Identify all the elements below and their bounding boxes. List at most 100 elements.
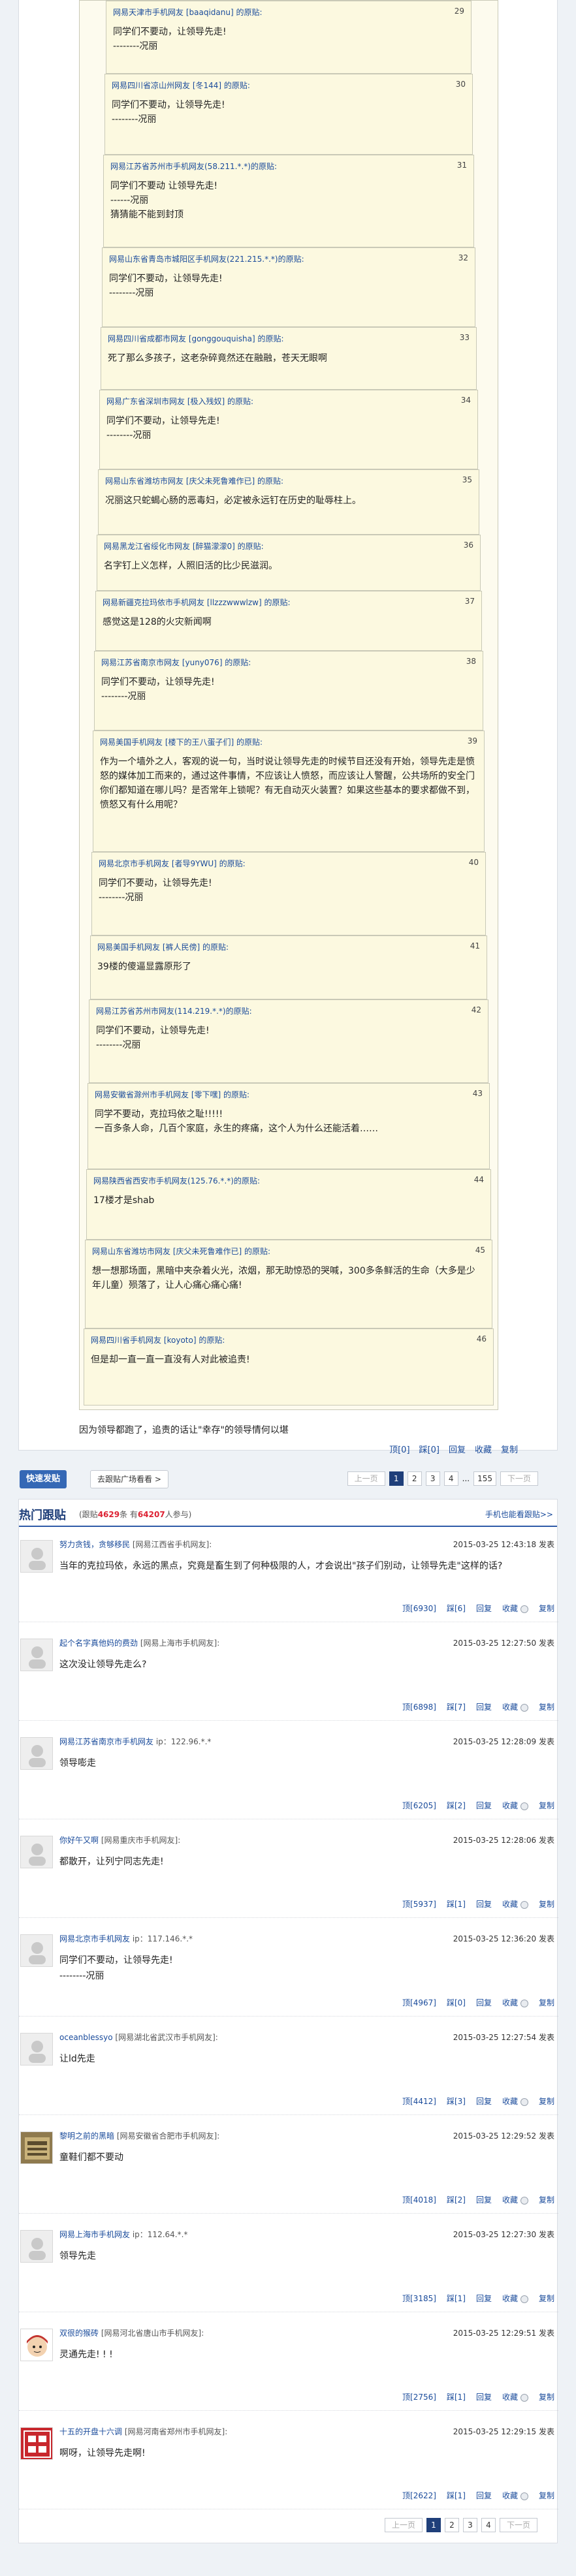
copy-button[interactable]: 复制 (539, 1701, 554, 1712)
copy-button[interactable]: 复制 (539, 2096, 554, 2107)
avatar[interactable] (20, 2230, 53, 2263)
next-page-button[interactable]: 下一页 (500, 1471, 538, 1486)
page-2[interactable]: 2 (407, 1471, 422, 1486)
avatar[interactable] (20, 2427, 53, 2460)
username-link[interactable]: 努力贪钱，贪够移民 (59, 1540, 130, 1549)
cai-button[interactable]: 踩[6] (447, 1603, 466, 1614)
favorite-button[interactable]: 收藏 (502, 2096, 528, 2107)
prev-page-button[interactable]: 上一页 (347, 1471, 385, 1486)
ding-button[interactable]: 顶[6930] (402, 1603, 436, 1614)
copy-button[interactable]: 复制 (501, 1443, 518, 1455)
favorite-button[interactable]: 收藏 (502, 1701, 528, 1712)
reply-item: 起个名字真他妈的费劲 [网易上海市手机网友]: 2015-03-25 12:27:… (19, 1628, 558, 1721)
prev-page-button[interactable]: 上一页 (385, 2518, 423, 2532)
post-time: 2015-03-25 12:27:50 发表 (453, 1639, 554, 1648)
username-link[interactable]: 你好午又啊 (59, 1836, 99, 1845)
favorite-button[interactable]: 收藏 (502, 2194, 528, 2205)
ding-button[interactable]: 顶[6898] (402, 1701, 436, 1712)
copy-button[interactable]: 复制 (539, 1603, 554, 1614)
reply-button[interactable]: 回复 (476, 1603, 492, 1614)
reply-button[interactable]: 回复 (476, 2490, 492, 2501)
page-1[interactable]: 1 (426, 2518, 441, 2532)
avatar[interactable] (20, 2131, 53, 2164)
floor-number: 36 (463, 541, 473, 550)
page-3[interactable]: 3 (425, 1471, 440, 1486)
cai-button[interactable]: 踩[1] (447, 2293, 466, 2304)
floor-number: 35 (462, 475, 472, 484)
username-link[interactable]: 双很的猴砖 (59, 2329, 99, 2338)
reply-button[interactable]: 回复 (476, 2391, 492, 2402)
reply-button[interactable]: 回复 (449, 1443, 466, 1455)
reply-button[interactable]: 回复 (476, 2096, 492, 2107)
ding-button[interactable]: 顶[6205] (402, 1800, 436, 1811)
copy-button[interactable]: 复制 (539, 2293, 554, 2304)
copy-button[interactable]: 复制 (539, 1898, 554, 1909)
cai-button[interactable]: 踩[3] (447, 2096, 466, 2107)
cai-button[interactable]: 踩[1] (447, 1898, 466, 1909)
username-link[interactable]: 黎明之前的黑暗 (59, 2131, 114, 2141)
page-3[interactable]: 3 (463, 2518, 477, 2532)
username-link[interactable]: 网易江苏省南京市手机网友 (59, 1737, 153, 1746)
quote-author: 网易江苏省南京市网友 [yuny076] 的原贴: (101, 658, 251, 667)
copy-button[interactable]: 复制 (539, 1997, 554, 2008)
favorite-button[interactable]: 收藏 (502, 2490, 528, 2501)
cai-button[interactable]: 踩[7] (447, 1701, 466, 1712)
ding-button[interactable]: 顶[2756] (402, 2391, 436, 2402)
copy-button[interactable]: 复制 (539, 2391, 554, 2402)
avatar[interactable] (20, 1639, 53, 1671)
page-4[interactable]: 4 (443, 1471, 458, 1486)
cai-button[interactable]: 踩[0] (447, 1997, 466, 2008)
cai-button[interactable]: 踩[2] (447, 2194, 466, 2205)
reply-button[interactable]: 回复 (476, 1997, 492, 2008)
ding-button[interactable]: 顶[3185] (402, 2293, 436, 2304)
ding-button[interactable]: 顶[0] (389, 1443, 409, 1455)
favorite-button[interactable]: 收藏 (502, 1800, 528, 1811)
cai-button[interactable]: 踩[1] (447, 2490, 466, 2501)
reply-button[interactable]: 回复 (476, 1701, 492, 1712)
nested-quote-card: 网易天津市手机网友 [baaqidanu] 的原贴: 29 同学们不要动，让领导先走… (18, 0, 558, 1455)
reply-item: 双很的猴砖 [网易河北省唐山市手机网友]: 2015-03-25 12:29:51… (19, 2318, 558, 2411)
next-page-button[interactable]: 下一页 (500, 2518, 537, 2532)
reply-button[interactable]: 回复 (476, 2194, 492, 2205)
ding-button[interactable]: 顶[5937] (402, 1898, 436, 1909)
page-1[interactable]: 1 (389, 1471, 404, 1486)
reply-button[interactable]: 回复 (476, 2293, 492, 2304)
floor-number: 46 (476, 1334, 487, 1343)
copy-button[interactable]: 复制 (539, 2194, 554, 2205)
reply-button[interactable]: 回复 (476, 1800, 492, 1811)
avatar[interactable] (20, 1934, 53, 1967)
favorite-button[interactable]: 收藏 (502, 1603, 528, 1614)
cai-button[interactable]: 踩[2] (447, 1800, 466, 1811)
username-link[interactable]: oceanblessyo (59, 2033, 113, 2042)
avatar[interactable] (20, 2329, 53, 2361)
page-4[interactable]: 4 (481, 2518, 496, 2532)
ding-button[interactable]: 顶[2622] (402, 2490, 436, 2501)
avatar[interactable] (20, 2033, 53, 2066)
page-2[interactable]: 2 (445, 2518, 459, 2532)
ding-button[interactable]: 顶[4412] (402, 2096, 436, 2107)
mobile-link[interactable]: 手机也能看跟贴>> (485, 1509, 553, 1520)
plaza-button[interactable]: 去跟贴广场看看 > (90, 1470, 168, 1488)
ding-button[interactable]: 顶[4967] (402, 1997, 436, 2008)
avatar[interactable] (20, 1540, 53, 1573)
username-link[interactable]: 十五的开盘十六调 (59, 2427, 122, 2436)
username-link[interactable]: 网易上海市手机网友 (59, 2230, 130, 2239)
copy-button[interactable]: 复制 (539, 2490, 554, 2501)
quick-reply-button[interactable]: 快速发贴 (20, 1470, 67, 1488)
toolbar-row: 快速发贴 去跟贴广场看看 > 上一页 1 2 3 4 ... 155 下一页 (18, 1466, 558, 1492)
favorite-button[interactable]: 收藏 (502, 1898, 528, 1909)
copy-button[interactable]: 复制 (539, 1800, 554, 1811)
avatar[interactable] (20, 1737, 53, 1770)
favorite-button[interactable]: 收藏 (502, 2293, 528, 2304)
cai-button[interactable]: 踩[0] (419, 1443, 440, 1455)
username-link[interactable]: 网易北京市手机网友 (59, 1934, 130, 1943)
page-155[interactable]: 155 (473, 1471, 496, 1486)
ding-button[interactable]: 顶[4018] (402, 2194, 436, 2205)
avatar[interactable] (20, 1836, 53, 1868)
cai-button[interactable]: 踩[1] (447, 2391, 466, 2402)
favorite-button[interactable]: 收藏 (502, 1997, 528, 2008)
reply-button[interactable]: 回复 (476, 1898, 492, 1909)
favorite-button[interactable]: 收藏 (475, 1443, 492, 1455)
favorite-button[interactable]: 收藏 (502, 2391, 528, 2402)
username-link[interactable]: 起个名字真他妈的费劲 (59, 1639, 138, 1648)
